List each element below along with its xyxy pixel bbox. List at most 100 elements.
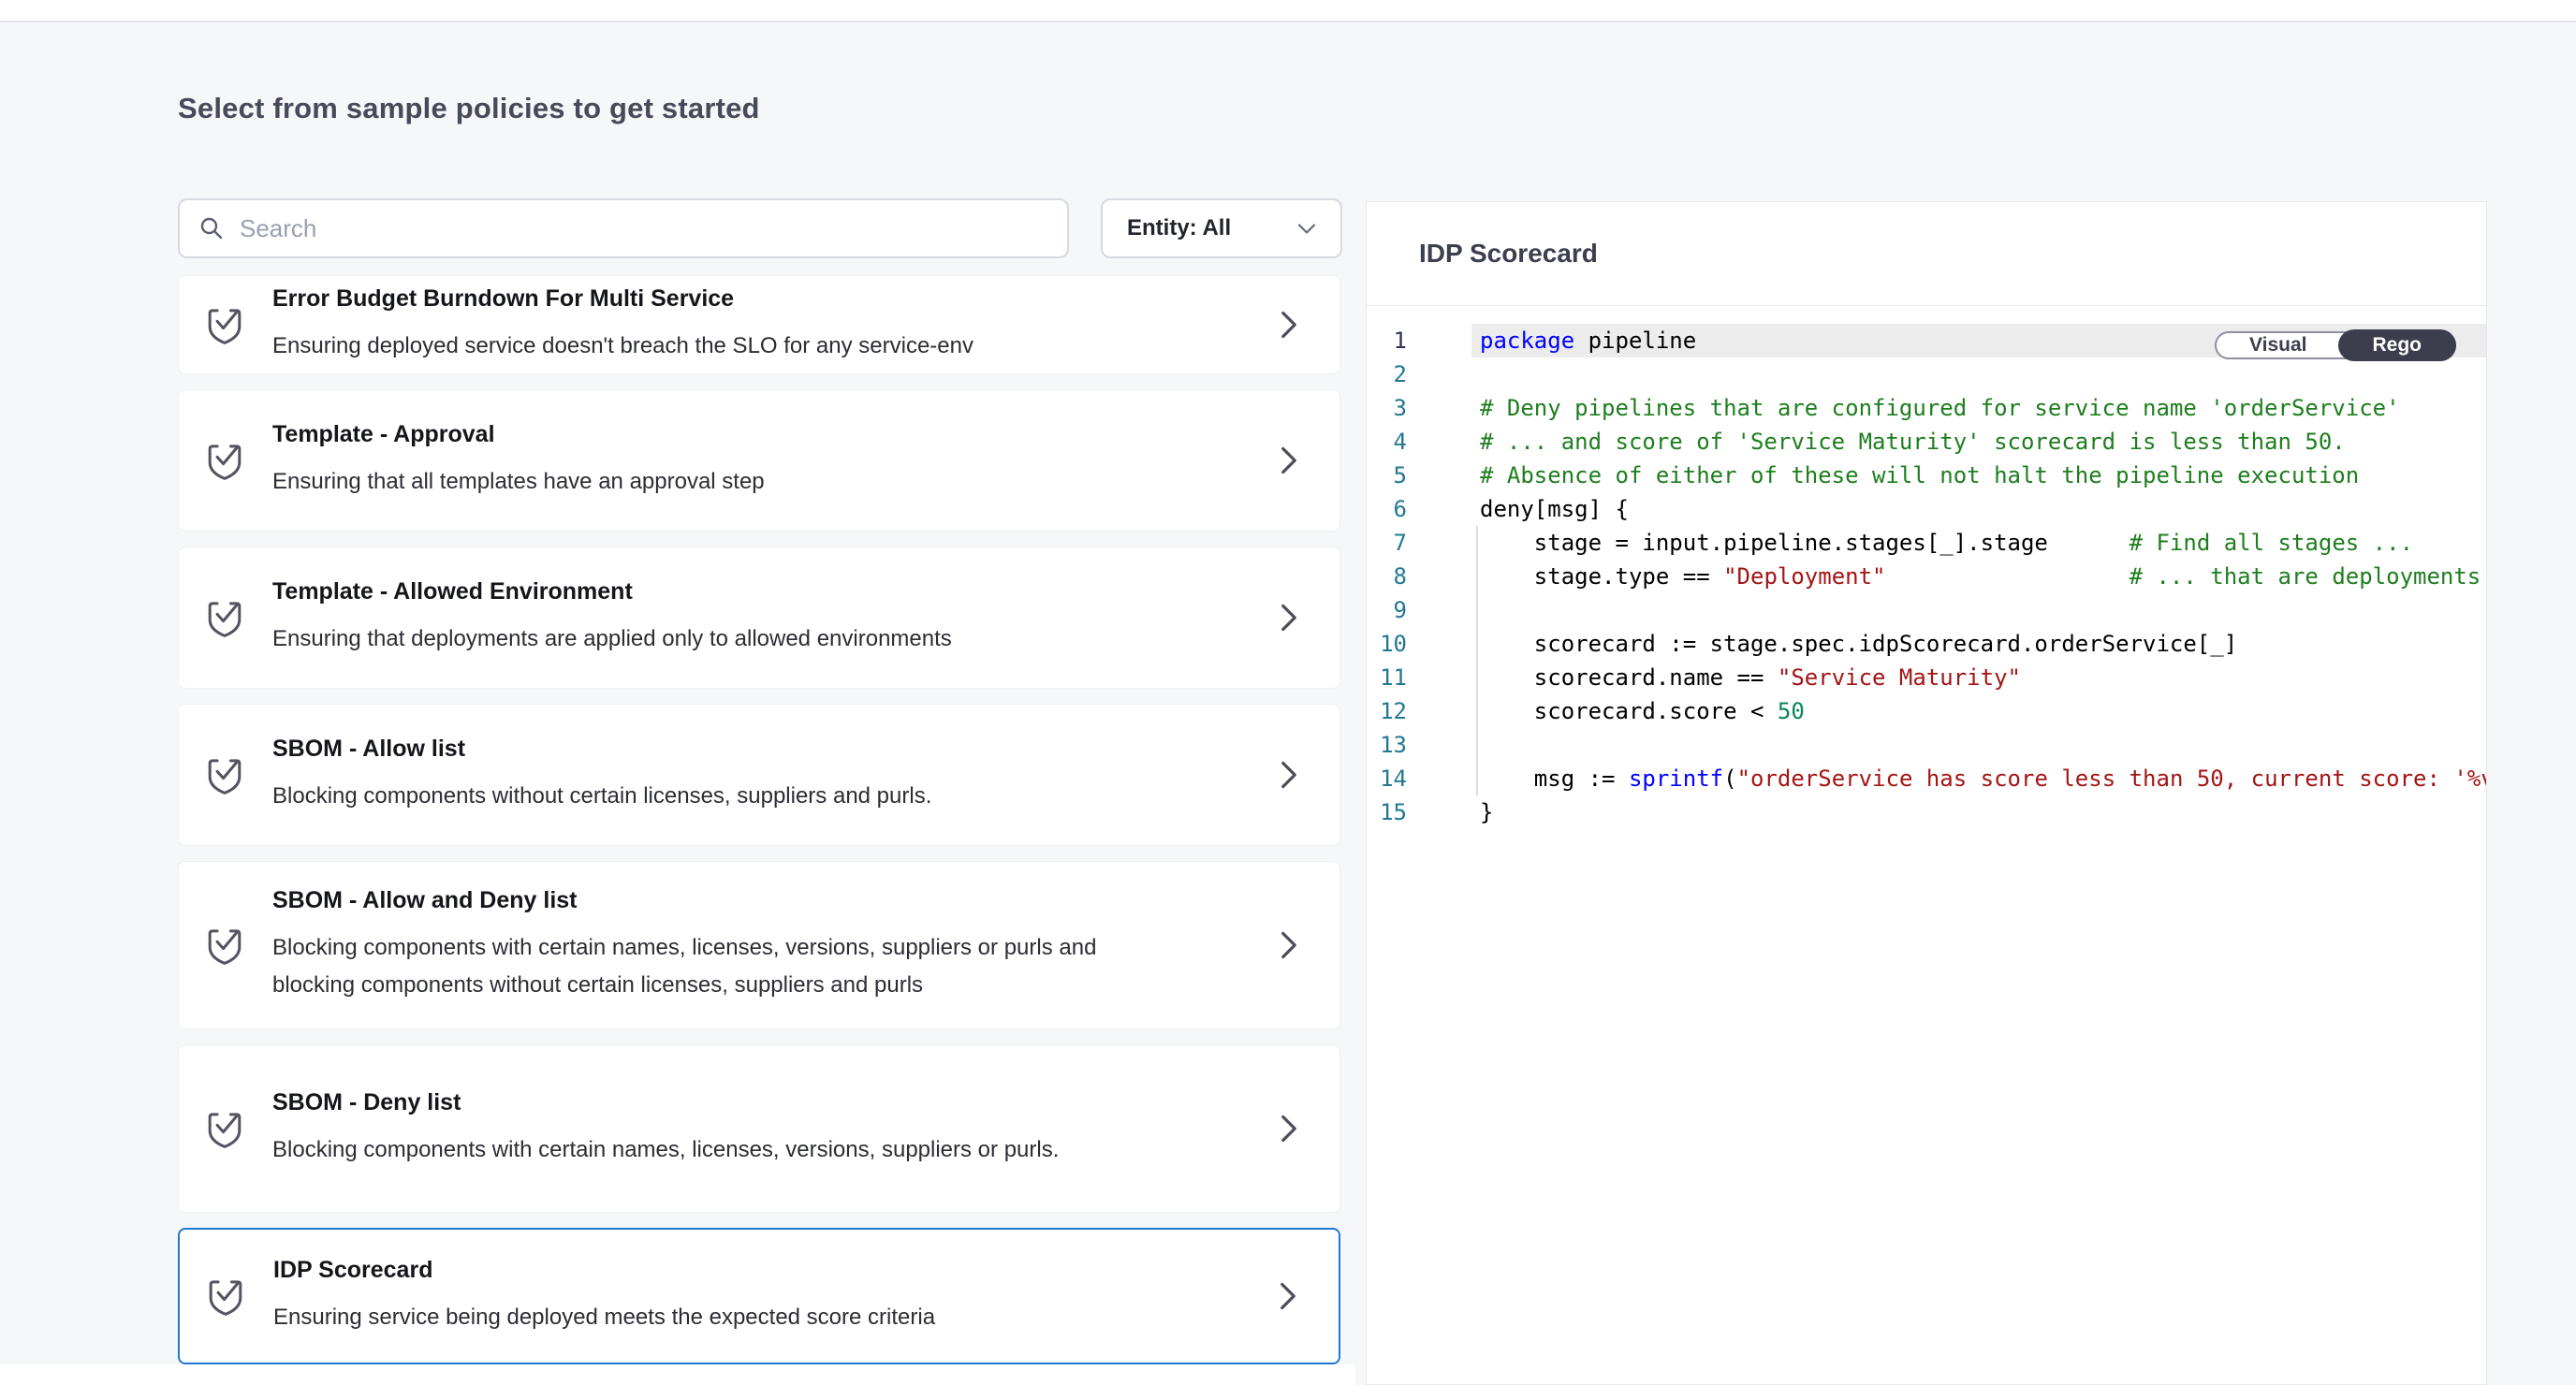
code-line-text: [1407, 593, 1480, 627]
detail-title: IDP Scorecard: [1419, 239, 1598, 269]
bottom-strip: [0, 1364, 1355, 1385]
code-line: 6 deny[msg] {: [1367, 492, 2486, 526]
code-token: [2048, 530, 2130, 556]
shield-check-icon: [203, 921, 246, 970]
policy-description: Ensuring that deployments are applied on…: [272, 620, 952, 658]
chevron-right-icon: [1279, 1280, 1297, 1312]
code-line-text: scorecard.score < 50: [1407, 694, 1805, 728]
policy-card[interactable]: Error Budget Burndown For Multi Service …: [178, 275, 1340, 374]
code-line: 7 stage = input.pipeline.stages[_].stage…: [1367, 526, 2486, 560]
code-token: [1885, 563, 2129, 590]
shield-check-icon: [203, 1104, 246, 1153]
line-number: 6: [1367, 492, 1407, 526]
policy-description: Blocking components with certain names, …: [272, 929, 1115, 1004]
chevron-right-icon: [1280, 1113, 1298, 1144]
code-token: # Deny pipelines that are configured for…: [1480, 395, 2400, 421]
code-line-text: scorecard.name == "Service Maturity": [1407, 661, 2021, 694]
code-line-text: # ... and score of 'Service Maturity' sc…: [1407, 425, 2346, 459]
code-line-text: deny[msg] {: [1407, 492, 1629, 526]
code-editor[interactable]: 1 package pipeline 2 3 # Deny pipelines …: [1367, 307, 2486, 1384]
code-line: 10 scorecard := stage.spec.idpScorecard.…: [1367, 627, 2486, 661]
search-input[interactable]: [240, 214, 1048, 243]
code-token: # Find all stages ...: [2130, 530, 2413, 556]
code-line-text: msg := sprintf("orderService has score l…: [1407, 762, 2486, 795]
policy-title: Error Budget Burndown For Multi Service: [272, 284, 973, 313]
code-line: 4 # ... and score of 'Service Maturity' …: [1367, 425, 2486, 459]
policy-description: Blocking components without certain lice…: [272, 778, 931, 815]
code-line: 12 scorecard.score < 50: [1367, 694, 2486, 728]
code-token: # ... that are deployments: [2130, 563, 2481, 590]
entity-filter-dropdown[interactable]: Entity: All: [1101, 198, 1342, 258]
code-token: (: [1723, 765, 1736, 792]
line-number: 9: [1367, 593, 1407, 627]
policy-card[interactable]: SBOM - Allow and Deny list Blocking comp…: [178, 861, 1340, 1029]
entity-filter-label: Entity: All: [1127, 215, 1231, 241]
line-number: 13: [1367, 728, 1407, 762]
line-number: 15: [1367, 795, 1407, 829]
policy-card[interactable]: SBOM - Deny list Blocking components wit…: [178, 1044, 1340, 1213]
code-token: package: [1480, 328, 1574, 354]
search-box[interactable]: [178, 198, 1069, 258]
code-line: 2: [1367, 357, 2486, 391]
policy-title: Template - Allowed Environment: [272, 577, 952, 605]
code-token: # ... and score of 'Service Maturity' sc…: [1480, 429, 2346, 455]
code-line-text: # Absence of either of these will not ha…: [1407, 459, 2359, 492]
code-line: 13: [1367, 728, 2486, 762]
code-line: 8 stage.type == "Deployment" # ... that …: [1367, 560, 2486, 593]
rego-toggle-button[interactable]: Rego: [2338, 329, 2457, 361]
code-line-text: [1407, 728, 1480, 762]
code-token: # Absence of either of these will not ha…: [1480, 462, 2359, 488]
code-token: "orderService has score less than 50, cu…: [1737, 765, 2486, 792]
policy-title: SBOM - Deny list: [272, 1088, 1059, 1116]
code-line: 3 # Deny pipelines that are configured f…: [1367, 391, 2486, 425]
chevron-right-icon: [1280, 759, 1298, 791]
line-number: 2: [1367, 357, 1407, 391]
line-number: 5: [1367, 459, 1407, 492]
code-token: sprintf: [1629, 765, 1723, 792]
code-line: 11 scorecard.name == "Service Maturity": [1367, 661, 2486, 694]
policy-title: SBOM - Allow list: [272, 735, 931, 763]
shield-check-icon: [204, 1272, 247, 1320]
code-line-text: stage.type == "Deployment" # ... that ar…: [1407, 560, 2481, 593]
visual-toggle-button[interactable]: Visual: [2217, 333, 2339, 357]
policy-description: Ensuring service being deployed meets th…: [273, 1299, 935, 1336]
line-number: 11: [1367, 661, 1407, 694]
chevron-down-icon: [1297, 223, 1316, 235]
code-line-text: scorecard := stage.spec.idpScorecard.ord…: [1407, 627, 2237, 661]
policy-title: IDP Scorecard: [273, 1256, 935, 1284]
code-token: }: [1480, 799, 1493, 825]
policy-card[interactable]: IDP Scorecard Ensuring service being dep…: [178, 1228, 1340, 1364]
page-title: Select from sample policies to get start…: [178, 92, 760, 125]
code-token: deny[msg] {: [1480, 496, 1629, 522]
code-token: scorecard.score <: [1480, 698, 1778, 724]
policy-card[interactable]: SBOM - Allow list Blocking components wi…: [178, 704, 1340, 846]
policy-card[interactable]: Template - Allowed Environment Ensuring …: [178, 547, 1340, 689]
visual-rego-toggle[interactable]: Visual Rego: [2215, 331, 2456, 359]
code-line-text: }: [1407, 795, 1493, 829]
chevron-right-icon: [1280, 602, 1298, 634]
shield-check-icon: [203, 593, 246, 642]
code-token: stage = input.pipeline.stages[_].stage: [1480, 530, 2048, 556]
code-token: "Deployment": [1723, 563, 1885, 590]
line-number: 4: [1367, 425, 1407, 459]
shield-check-icon: [203, 300, 246, 349]
line-number: 8: [1367, 560, 1407, 593]
code-token: "Service Maturity": [1778, 664, 2021, 691]
policy-title: Template - Approval: [272, 420, 765, 448]
code-token: pipeline: [1574, 328, 1696, 354]
line-number: 3: [1367, 391, 1407, 425]
detail-header: IDP Scorecard: [1367, 202, 2486, 306]
line-number: 7: [1367, 526, 1407, 560]
chevron-right-icon: [1280, 929, 1298, 961]
policy-description: Ensuring deployed service doesn't breach…: [272, 328, 973, 365]
code-line: 5 # Absence of either of these will not …: [1367, 459, 2486, 492]
top-bar: [0, 0, 2576, 22]
code-line: 9: [1367, 593, 2486, 627]
policy-card[interactable]: Template - Approval Ensuring that all te…: [178, 389, 1340, 532]
code-line: 15 }: [1367, 795, 2486, 829]
chevron-right-icon: [1280, 309, 1298, 341]
code-line-text: stage = input.pipeline.stages[_].stage #…: [1407, 526, 2413, 560]
line-number: 10: [1367, 627, 1407, 661]
search-icon: [198, 215, 225, 241]
code-line: 14 msg := sprintf("orderService has scor…: [1367, 762, 2486, 795]
